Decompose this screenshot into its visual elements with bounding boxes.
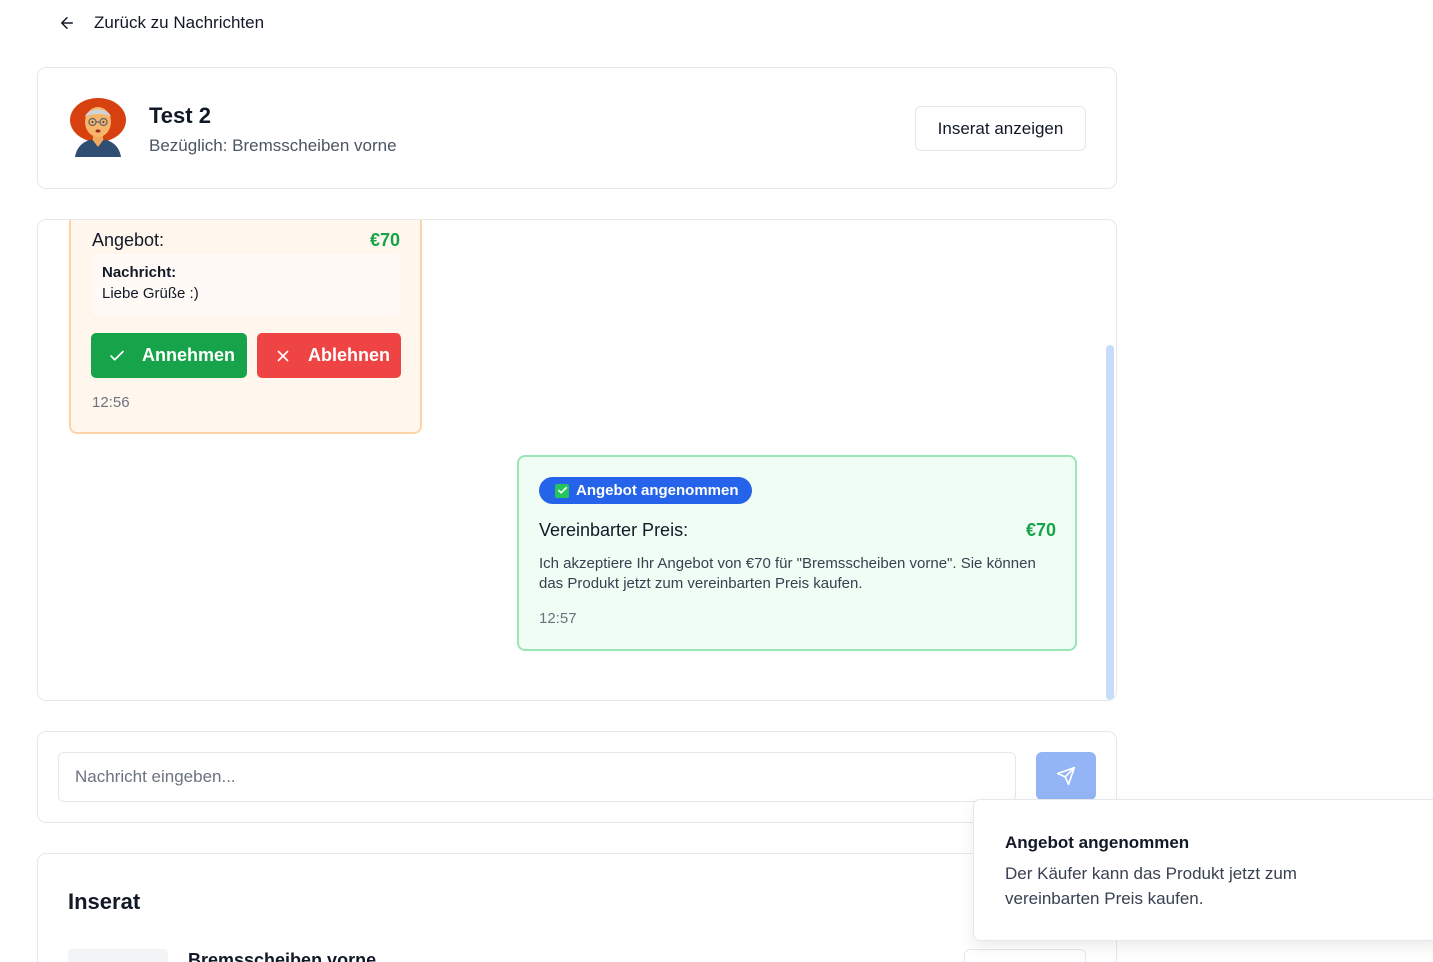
- listing-thumbnail[interactable]: [68, 949, 168, 962]
- offer-note: Nachricht: Liebe Grüße :): [92, 254, 400, 315]
- view-listing-button[interactable]: Inserat anzeigen: [915, 106, 1086, 151]
- agreed-price-value: €70: [1025, 520, 1056, 540]
- agreed-price-label: Vereinbarter Preis:: [539, 520, 689, 540]
- offer-note-text: Liebe Grüße :): [102, 285, 199, 302]
- listing-action-button[interactable]: [964, 949, 1086, 962]
- offer-message: Angebot: €70 Nachricht: Liebe Grüße :) A…: [69, 220, 422, 434]
- send-button[interactable]: [1036, 752, 1096, 800]
- avatar: [70, 98, 126, 157]
- listing-section: Inserat Bremsscheiben vorne: [37, 853, 1117, 962]
- accepted-badge-label: Angebot angenommen: [576, 482, 739, 499]
- message-input[interactable]: [58, 752, 1016, 802]
- conversation-header: Test 2 Bezüglich: Bremsscheiben vorne In…: [37, 67, 1117, 189]
- toast-title: Angebot angenommen: [1005, 833, 1190, 852]
- decline-offer-button[interactable]: Ablehnen: [257, 333, 401, 378]
- chat-page: Zurück zu Nachrichten Test 2 Bezüglich: …: [0, 0, 1433, 962]
- scrollbar-thumb[interactable]: [1106, 345, 1114, 700]
- listing-section-title: Inserat: [68, 889, 141, 914]
- back-link-label: Zurück zu Nachrichten: [94, 13, 265, 32]
- toast-text: Der Käufer kann das Produkt jetzt zum ve…: [1005, 864, 1297, 908]
- offer-row: Angebot: €70: [92, 230, 400, 251]
- message-composer: [37, 731, 1117, 823]
- accept-offer-button[interactable]: Annehmen: [91, 333, 247, 378]
- arrow-left-icon: [61, 17, 73, 29]
- agreed-price-row: Vereinbarter Preis: €70: [539, 520, 1056, 541]
- conversation-title: Test 2: [149, 103, 211, 128]
- accepted-message: Angebot angenommen Vereinbarter Preis: €…: [517, 455, 1077, 651]
- checkbox-check-icon: [555, 483, 569, 498]
- decline-label: Ablehnen: [308, 345, 391, 365]
- close-icon: [277, 350, 289, 361]
- send-icon: [1056, 766, 1076, 786]
- conversation-subject: Bezüglich: Bremsscheiben vorne: [149, 136, 397, 155]
- accepted-message-text: Ich akzeptiere Ihr Angebot von €70 für "…: [539, 555, 1036, 592]
- offer-price: €70: [369, 230, 400, 250]
- accept-label: Annehmen: [142, 345, 236, 365]
- offer-timestamp: 12:56: [92, 394, 130, 411]
- accepted-badge: Angebot angenommen: [539, 477, 752, 504]
- message-thread[interactable]: Angebot: €70 Nachricht: Liebe Grüße :) A…: [37, 219, 1117, 701]
- toast-notification: Angebot angenommen Der Käufer kann das P…: [973, 799, 1433, 941]
- check-icon: [110, 350, 124, 361]
- back-to-messages-link[interactable]: Zurück zu Nachrichten: [58, 10, 264, 36]
- offer-note-title: Nachricht:: [102, 264, 177, 281]
- listing-name[interactable]: Bremsscheiben vorne: [188, 950, 376, 962]
- offer-label: Angebot:: [92, 230, 165, 250]
- accepted-timestamp: 12:57: [539, 610, 577, 627]
